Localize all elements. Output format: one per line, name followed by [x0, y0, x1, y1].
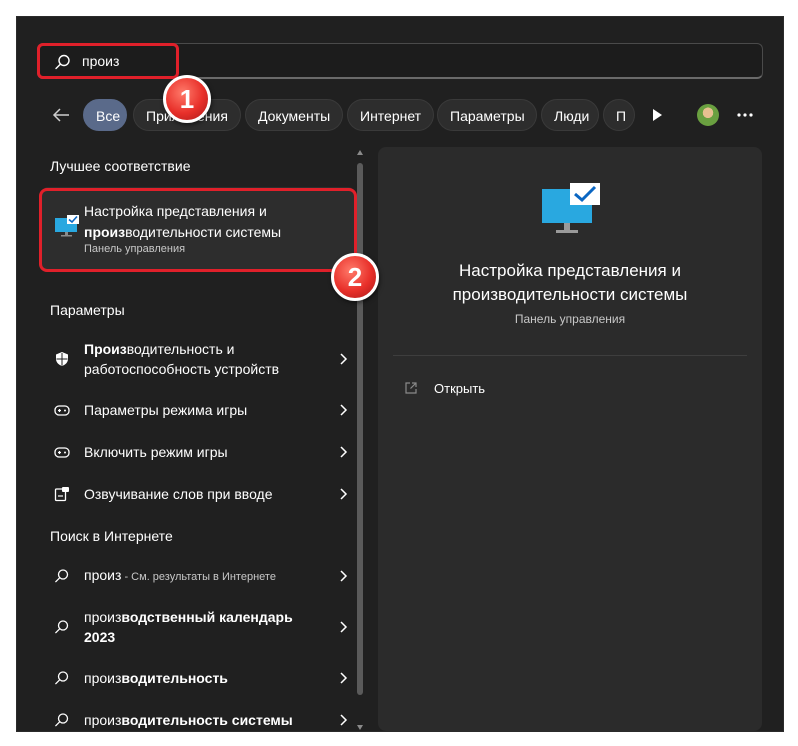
web-item[interactable]: произ - См. результаты в Интернете: [42, 556, 354, 596]
settings-item-narrator[interactable]: Озвучивание слов при вводе: [42, 474, 354, 514]
web-item-label: произ - См. результаты в Интернете: [84, 567, 276, 583]
tab-web[interactable]: Интернет: [347, 99, 434, 131]
tab-people[interactable]: Люди: [541, 99, 599, 131]
step-badge-2: 2: [331, 253, 379, 301]
search-icon: [55, 569, 69, 583]
settings-item-enable-game-mode[interactable]: Включить режим игры: [42, 432, 354, 472]
gamepad-icon: [54, 447, 70, 458]
web-item-label: производственный календарь 2023: [84, 609, 293, 645]
settings-item-label: Производительность и работоспособность у…: [84, 341, 280, 377]
back-arrow-icon[interactable]: [51, 105, 71, 125]
web-item-label: производительность системы: [84, 712, 293, 728]
more-options-icon[interactable]: [737, 113, 753, 117]
chevron-right-icon: [340, 621, 348, 633]
web-item[interactable]: производственный календарь 2023: [42, 597, 354, 657]
web-item-label: производительность: [84, 670, 228, 686]
narrator-icon: [54, 487, 69, 502]
settings-item-performance[interactable]: Производительность и работоспособность у…: [42, 329, 354, 389]
scroll-down-arrow-icon[interactable]: [356, 723, 364, 731]
settings-item-label: Озвучивание слов при вводе: [84, 486, 273, 502]
preview-subtitle: Панель управления: [514, 312, 626, 326]
start-search-window: произ Все Приложения Документы Интернет …: [16, 16, 784, 732]
play-icon[interactable]: [649, 107, 665, 123]
results-scrollbar[interactable]: [355, 149, 365, 731]
preview-title: Настройка представления и производительн…: [452, 261, 688, 304]
scroll-thumb[interactable]: [357, 163, 363, 695]
section-web-search: Поиск в Интернете: [50, 528, 173, 544]
open-external-icon: [405, 382, 417, 394]
tab-documents[interactable]: Документы: [245, 99, 343, 131]
section-best-match: Лучшее соответствие: [50, 158, 191, 174]
monitor-check-icon: [542, 183, 600, 233]
step-badge-1: 1: [163, 75, 211, 123]
chevron-right-icon: [340, 672, 348, 684]
results-list: Лучшее соответствие Настройка представле…: [37, 147, 357, 731]
web-item[interactable]: производительность: [42, 658, 354, 698]
section-settings: Параметры: [50, 302, 125, 318]
tab-more-truncated[interactable]: П: [603, 99, 635, 131]
chevron-right-icon: [340, 353, 348, 365]
settings-item-label: Включить режим игры: [84, 444, 228, 460]
filter-tabs: Все Приложения Документы Интернет Параме…: [37, 99, 777, 131]
web-item[interactable]: производительность системы: [42, 700, 354, 740]
chevron-right-icon: [340, 714, 348, 726]
tab-all[interactable]: Все: [83, 99, 127, 131]
search-icon: [55, 713, 69, 727]
shield-icon: [56, 352, 68, 366]
settings-item-game-mode-settings[interactable]: Параметры режима игры: [42, 390, 354, 430]
preview-divider: [393, 355, 747, 356]
highlight-best-match: [39, 188, 357, 272]
chevron-right-icon: [340, 446, 348, 458]
gamepad-icon: [54, 405, 70, 416]
chevron-right-icon: [340, 570, 348, 582]
scroll-up-arrow-icon[interactable]: [356, 149, 364, 157]
chevron-right-icon: [340, 404, 348, 416]
search-icon: [55, 671, 69, 685]
open-label: Открыть: [434, 381, 486, 396]
search-icon: [55, 620, 69, 634]
preview-pane: Настройка представления и производительн…: [378, 147, 762, 731]
tab-settings[interactable]: Параметры: [437, 99, 537, 131]
settings-item-label: Параметры режима игры: [84, 402, 248, 418]
avatar[interactable]: [697, 104, 719, 126]
highlight-search-box: [37, 43, 179, 79]
chevron-right-icon: [340, 488, 348, 500]
